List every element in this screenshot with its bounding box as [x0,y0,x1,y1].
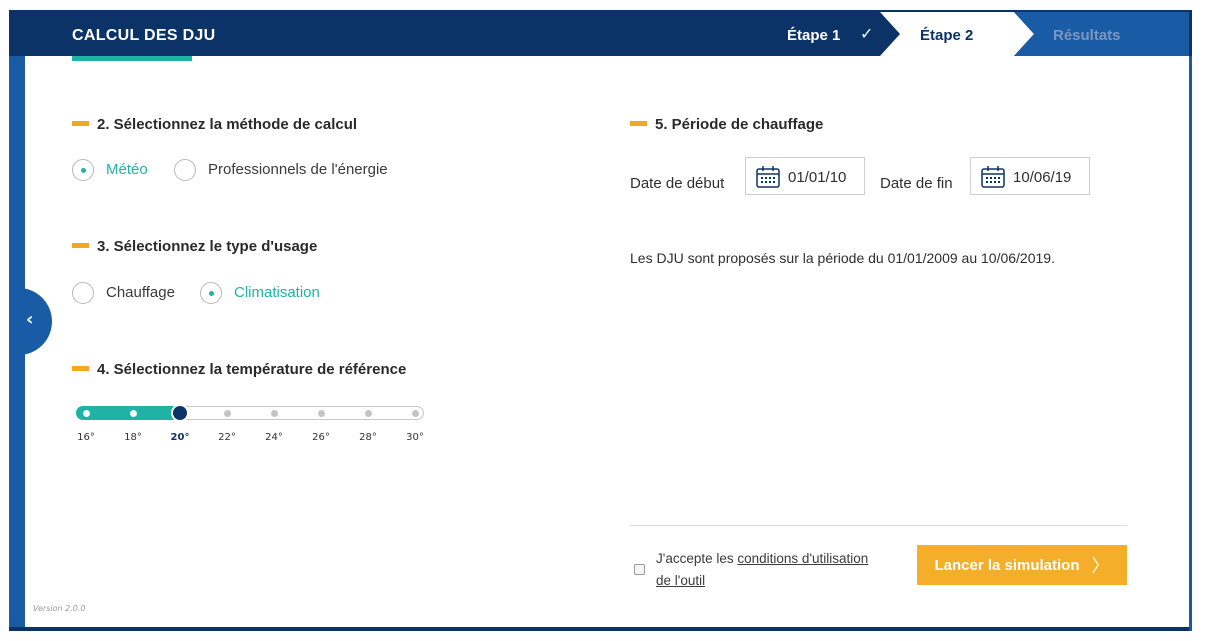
slider-tick-dot[interactable] [223,409,231,417]
start-date-label: Date de début [630,175,725,192]
slider-tick-label: 18° [124,432,142,443]
step-2-label[interactable]: Étape 2 [920,27,973,44]
step-results-label: Résultats [1053,27,1121,44]
terms-checkbox[interactable] [634,564,645,575]
end-date-value: 10/06/19 [1013,169,1072,186]
temperature-section-title: 4. Sélectionnez la température de référe… [72,361,406,378]
check-icon: ✓ [860,24,874,43]
temperature-slider-handle[interactable] [173,406,187,420]
period-section-title: 5. Période de chauffage [630,116,823,133]
radio-chauffage[interactable] [72,282,94,304]
temperature-title-text: 4. Sélectionnez la température de référe… [97,361,407,378]
launch-simulation-label: Lancer la simulation [934,556,1080,574]
method-title-text: 2. Sélectionnez la méthode de calcul [97,116,358,133]
start-date-value: 01/01/10 [788,169,847,186]
usage-title-text: 3. Sélectionnez le type d'usage [97,238,318,255]
terms-text: J'accepte les conditions d'utilisation d… [656,548,896,592]
radio-climatisation-label[interactable]: Climatisation [234,284,320,301]
slider-tick-label: 28° [359,432,377,443]
title-underline [72,56,192,61]
main-content [25,56,1189,627]
terms-link[interactable]: conditions d'utilisation [737,551,868,566]
slider-tick-dot[interactable] [129,409,137,417]
section-marker [630,120,647,126]
slider-tick-label: 26° [312,432,330,443]
slider-tick-label: 30° [406,432,424,443]
radio-climatisation[interactable] [200,282,222,304]
radio-professionnels[interactable] [174,159,196,181]
footer-divider [630,525,1127,526]
usage-section-title: 3. Sélectionnez le type d'usage [72,238,317,255]
calendar-icon [756,166,780,188]
section-marker [72,120,89,126]
radio-chauffage-label[interactable]: Chauffage [106,284,175,301]
method-section-title: 2. Sélectionnez la méthode de calcul [72,116,357,133]
slider-tick-dot[interactable] [317,409,325,417]
radio-meteo[interactable] [72,159,94,181]
radio-professionnels-label[interactable]: Professionnels de l'énergie [208,161,388,178]
end-date-field[interactable]: 10/06/19 [970,157,1090,195]
slider-tick-dot[interactable] [411,409,419,417]
step-1-label[interactable]: Étape 1 [787,27,840,44]
launch-simulation-button[interactable]: Lancer la simulation 〉 [917,545,1127,585]
slider-tick-dot[interactable] [364,409,372,417]
chevron-right-icon: 〉 [1091,556,1110,576]
slider-tick-label: 16° [77,432,95,443]
chevron-left-icon[interactable]: ‹ [26,309,33,330]
calendar-icon [981,166,1005,188]
section-marker [72,365,89,371]
slider-tick-dot[interactable] [82,409,90,417]
slider-tick-label: 22° [218,432,236,443]
app-title: CALCUL DES DJU [72,27,216,44]
terms-link-continued[interactable]: de l'outil [656,573,705,588]
slider-tick-label: 20° [170,432,190,443]
right-border [1189,10,1192,631]
terms-prefix: J'accepte les [656,551,734,566]
end-date-label: Date de fin [880,175,953,192]
section-marker [72,242,89,248]
period-info-text: Les DJU sont proposés sur la période du … [630,250,1055,266]
start-date-field[interactable]: 01/01/10 [745,157,865,195]
slider-tick-label: 24° [265,432,283,443]
version-label: Version 2.0.0 [33,604,86,613]
radio-meteo-label[interactable]: Météo [106,161,148,178]
temperature-slider-fill [76,406,180,420]
slider-tick-dot[interactable] [270,409,278,417]
period-title-text: 5. Période de chauffage [655,116,824,133]
